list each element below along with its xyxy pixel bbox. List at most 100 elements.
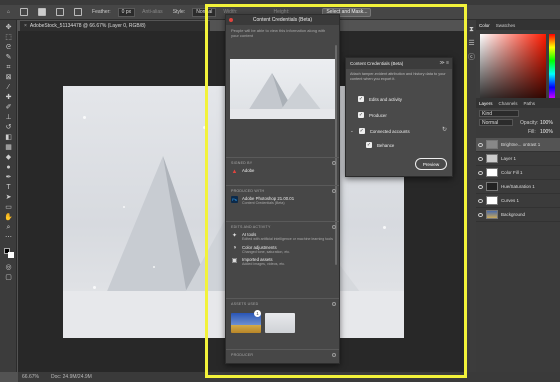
asset-thumbnail[interactable] xyxy=(265,313,295,333)
right-panel: Color Swatches Layers Channels Paths Kin… xyxy=(476,20,560,372)
properties-panel-icon[interactable]: ☰ xyxy=(467,40,476,47)
color-panel-tabs: Color Swatches xyxy=(476,20,560,30)
feather-label: Feather: xyxy=(92,9,111,15)
chevron-down-icon[interactable]: ⌄ xyxy=(350,128,354,134)
popover-title: Content Credentials (Beta) xyxy=(350,61,404,66)
history-panel-icon[interactable]: ⧗ xyxy=(467,26,476,33)
tab-channels[interactable]: Channels xyxy=(499,101,518,106)
layers-panel-tabs: Layers Channels Paths xyxy=(476,98,560,108)
eye-icon[interactable] xyxy=(478,142,483,147)
content-credentials-icon[interactable]: ⓒ xyxy=(467,54,476,61)
frame-tool-icon[interactable]: ⊠ xyxy=(4,74,13,81)
eye-icon[interactable] xyxy=(478,156,483,161)
subtract-selection-icon[interactable] xyxy=(71,8,85,17)
pen-tool-icon[interactable]: ✒ xyxy=(4,174,13,181)
eraser-tool-icon[interactable]: ◧ xyxy=(4,134,13,141)
option-label: Connected accounts xyxy=(369,128,410,134)
hand-tool-icon[interactable]: ✋ xyxy=(4,214,13,221)
close-icon[interactable]: × xyxy=(24,23,27,29)
layer-row[interactable]: Curves 1 xyxy=(476,194,560,208)
opacity-value[interactable]: 100% xyxy=(540,120,553,126)
info-icon[interactable] xyxy=(332,161,336,165)
info-icon[interactable] xyxy=(332,225,336,229)
asset-count-badge: 1 xyxy=(254,310,261,317)
section-caption: PRODUCER xyxy=(231,353,254,357)
stamp-tool-icon[interactable]: ⊥ xyxy=(4,114,13,121)
layer-thumbnail xyxy=(486,140,498,149)
content-thumbnail xyxy=(230,59,335,119)
option-behance[interactable]: ✓ Behance xyxy=(366,142,394,148)
screen-mode-icon[interactable]: ▢ xyxy=(4,274,13,281)
quick-mask-icon[interactable]: ◎ xyxy=(4,264,13,271)
lasso-tool-icon[interactable]: ᘓ xyxy=(4,44,13,51)
checkbox-checked-icon[interactable]: ✓ xyxy=(366,142,372,148)
new-selection-icon[interactable] xyxy=(35,8,49,17)
close-icon[interactable] xyxy=(229,18,233,22)
option-edits-activity[interactable]: ✓ Edits and activity xyxy=(358,96,402,102)
eye-icon[interactable] xyxy=(478,212,483,217)
fill-value[interactable]: 100% xyxy=(540,129,553,135)
add-selection-icon[interactable] xyxy=(53,8,67,17)
blend-mode-select[interactable]: Normal xyxy=(479,119,513,126)
popover-header: Content Credentials (Beta) ≫ ≡ xyxy=(346,58,452,69)
layer-row[interactable]: Brightne... ontrast 1 xyxy=(476,138,560,152)
option-label: Behance xyxy=(377,142,395,148)
preview-button[interactable]: Preview xyxy=(415,158,447,170)
option-connected-accounts[interactable]: ⌄ ✓ Connected accounts xyxy=(350,128,410,134)
anti-alias-checkbox[interactable]: Anti-alias xyxy=(139,8,166,17)
adobe-logo-icon: ▲ xyxy=(231,168,238,175)
zoom-tool-icon[interactable]: ⌕ xyxy=(4,224,13,231)
quick-select-tool-icon[interactable]: ✎ xyxy=(4,54,13,61)
tools-panel: ✥ ⬚ ᘓ ✎ ⌗ ⊠ ⁄ ✚ ✐ ⊥ ↺ ◧ ▦ ◆ ● ✒ T ➤ ▭ ✋ … xyxy=(0,20,17,372)
layer-row[interactable]: Layer 1 xyxy=(476,152,560,166)
checkbox-checked-icon[interactable]: ✓ xyxy=(358,96,364,102)
signer-name: Adobe xyxy=(242,168,255,173)
popover-description: Attach tamper-evident attribution and hi… xyxy=(350,72,446,81)
crop-tool-icon[interactable]: ⌗ xyxy=(4,64,13,71)
brush-tool-icon[interactable]: ✐ xyxy=(4,104,13,111)
refresh-icon[interactable]: ↻ xyxy=(442,126,447,133)
layer-kind-filter[interactable]: Kind xyxy=(479,110,519,117)
eye-icon[interactable] xyxy=(478,170,483,175)
dodge-tool-icon[interactable]: ● xyxy=(4,164,13,171)
layers-panel: Layers Channels Paths Kind Normal Opacit… xyxy=(476,98,560,372)
panel-menu-icon[interactable]: ≫ ≡ xyxy=(439,60,449,66)
option-label: Producer xyxy=(369,112,387,118)
eye-icon[interactable] xyxy=(478,198,483,203)
info-icon[interactable] xyxy=(332,302,336,306)
move-tool-icon[interactable]: ✥ xyxy=(4,24,13,31)
zoom-level[interactable]: 66.67% xyxy=(22,374,39,380)
layer-row[interactable]: Background xyxy=(476,208,560,222)
info-icon[interactable] xyxy=(332,189,336,193)
blur-tool-icon[interactable]: ◆ xyxy=(4,154,13,161)
intro-text: People will be able to view this informa… xyxy=(231,28,326,38)
healing-tool-icon[interactable]: ✚ xyxy=(4,94,13,101)
tab-swatches[interactable]: Swatches xyxy=(496,23,516,28)
document-tab[interactable]: × AdobeStock_51134478 @ 66.67% (Layer 0,… xyxy=(20,20,210,31)
eye-icon[interactable] xyxy=(478,184,483,189)
marquee-tool-icon[interactable] xyxy=(17,8,31,17)
feather-input[interactable]: 0 px xyxy=(117,7,136,17)
checkbox-checked-icon[interactable]: ✓ xyxy=(358,112,364,118)
layer-thumbnail xyxy=(486,196,498,205)
tab-layers[interactable]: Layers xyxy=(479,101,493,106)
checkbox-checked-icon[interactable]: ✓ xyxy=(358,128,365,134)
section-caption: PRODUCED WITH xyxy=(231,189,265,193)
marquee-tool-icon[interactable]: ⬚ xyxy=(4,34,13,41)
eyedropper-tool-icon[interactable]: ⁄ xyxy=(4,84,13,91)
type-tool-icon[interactable]: T xyxy=(4,184,13,191)
option-producer[interactable]: ✓ Producer xyxy=(358,112,387,118)
layer-name: Color Fill 1 xyxy=(501,170,523,175)
background-color-swatch[interactable] xyxy=(8,252,14,258)
tab-color[interactable]: Color xyxy=(479,23,490,28)
gradient-tool-icon[interactable]: ▦ xyxy=(4,144,13,151)
layer-row[interactable]: Hue/Saturation 1 xyxy=(476,180,560,194)
layer-row[interactable]: Color Fill 1 xyxy=(476,166,560,180)
history-brush-icon[interactable]: ↺ xyxy=(4,124,13,131)
tab-paths[interactable]: Paths xyxy=(524,101,536,106)
path-select-icon[interactable]: ➤ xyxy=(4,194,13,201)
more-tools-icon[interactable]: ⋯ xyxy=(4,234,13,241)
rectangle-tool-icon[interactable]: ▭ xyxy=(4,204,13,211)
info-icon[interactable] xyxy=(332,353,336,357)
home-icon[interactable]: ⌂ xyxy=(4,8,13,17)
